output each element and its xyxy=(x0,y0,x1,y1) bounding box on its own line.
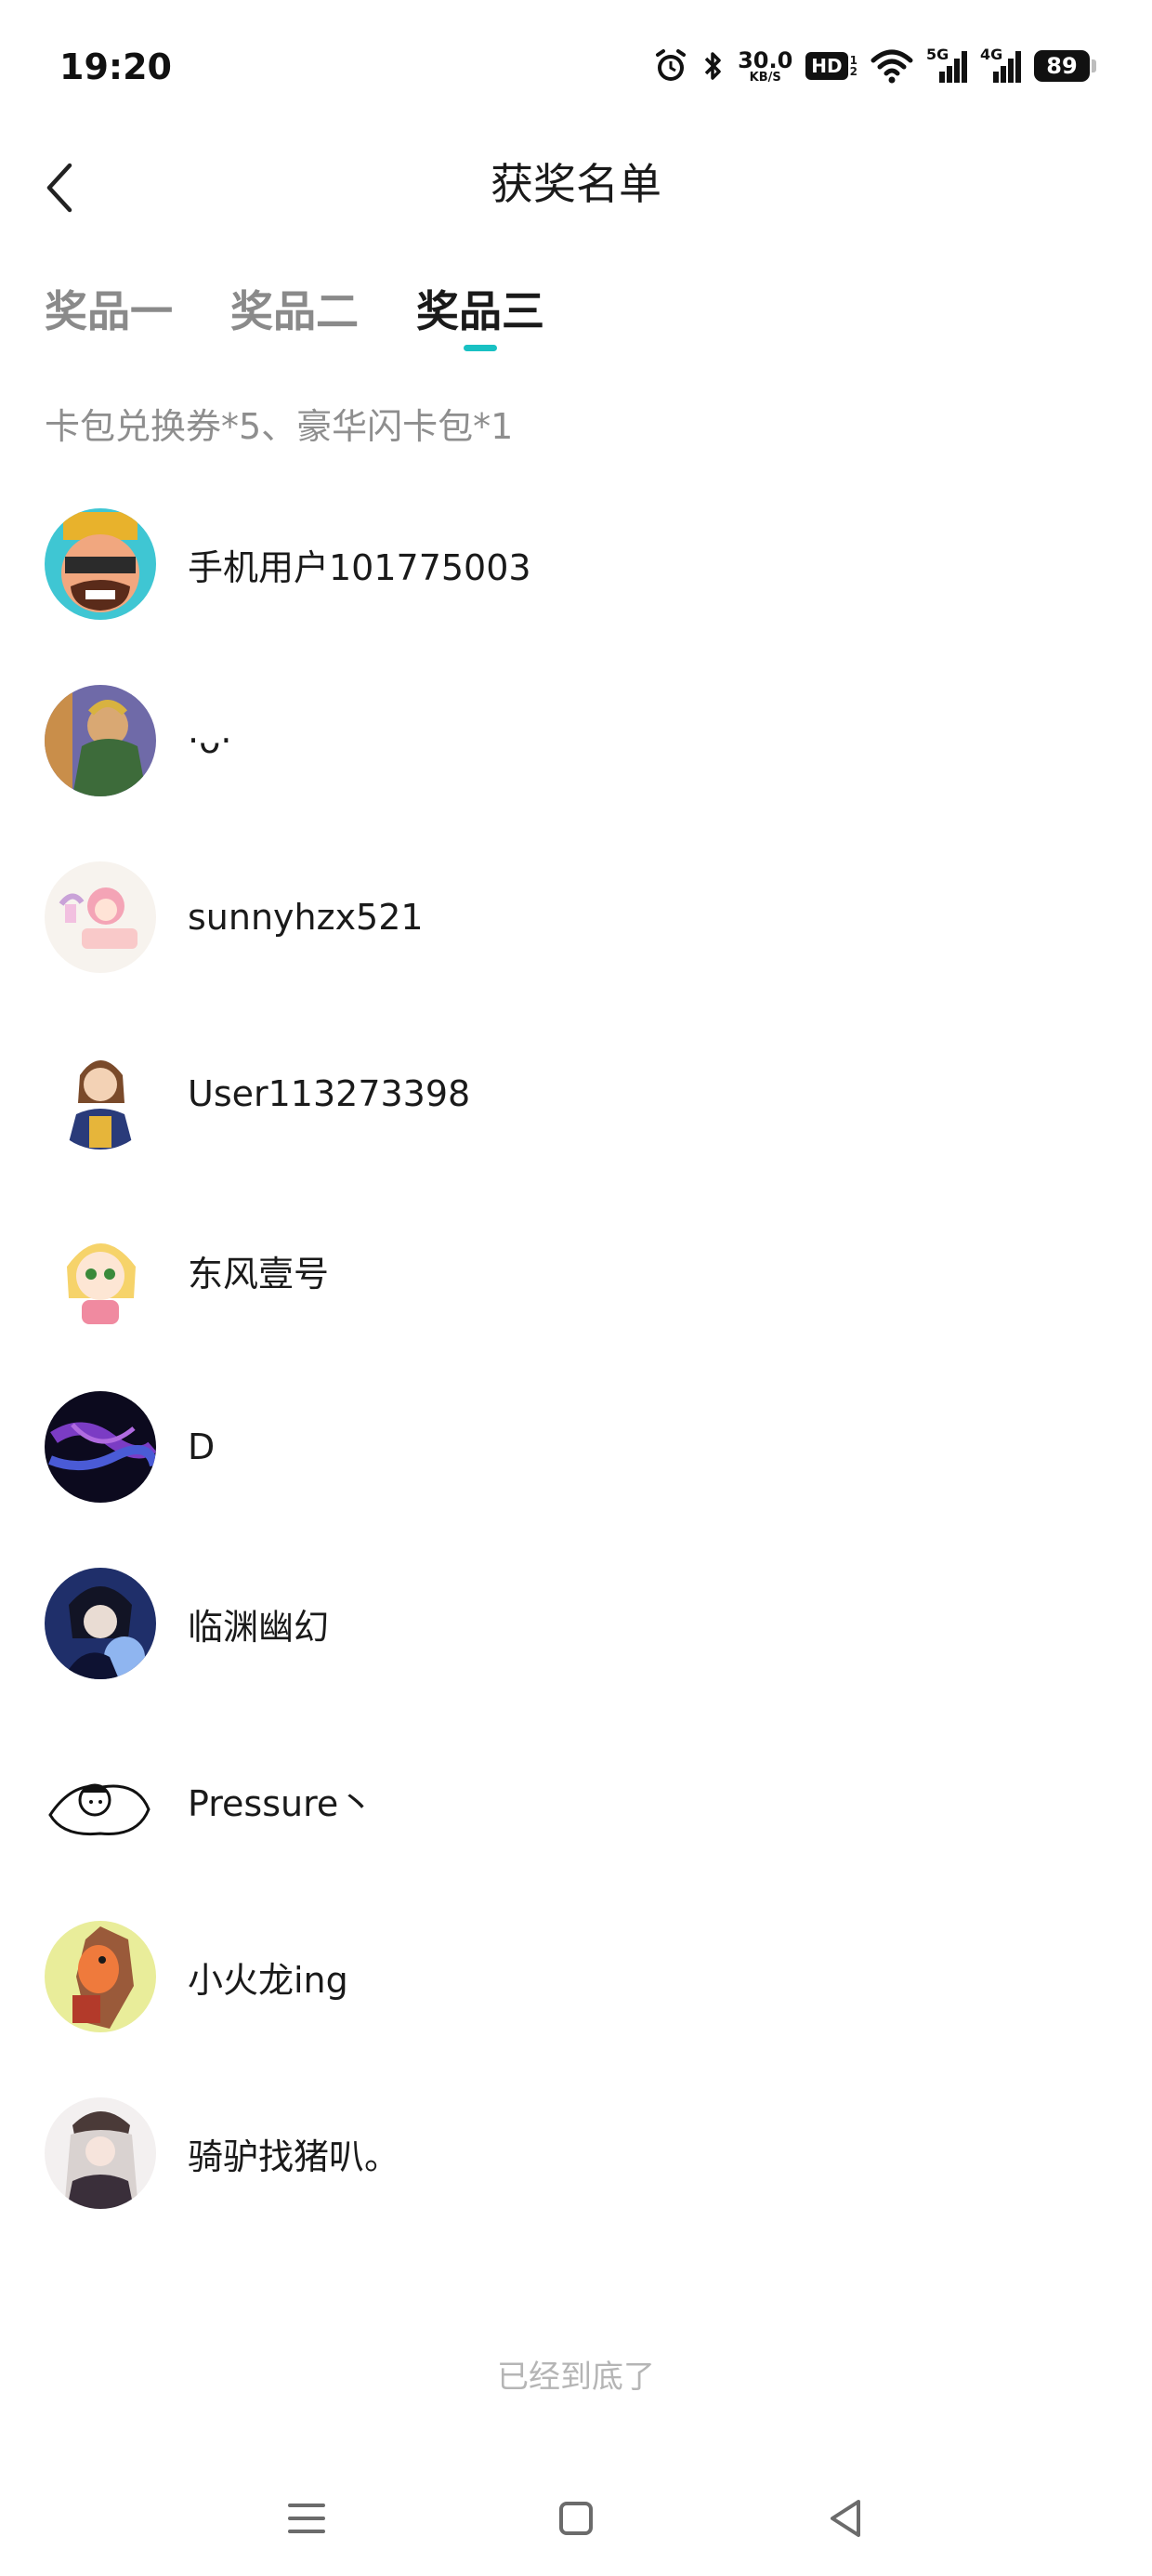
system-nav-bar xyxy=(0,2463,1152,2576)
status-bar: 19:20 30.0 KB/S HD 12 5G 4G 89 xyxy=(0,0,1152,139)
avatar[interactable] xyxy=(45,1921,156,2032)
tab-label: 奖品三 xyxy=(416,286,544,336)
network-speed: 30.0 KB/S xyxy=(738,46,793,85)
avatar[interactable] xyxy=(45,1038,156,1150)
wifi-icon xyxy=(871,47,913,85)
list-item[interactable]: 骑驴找猪叭。 xyxy=(0,2093,1152,2214)
tab-label: 奖品二 xyxy=(230,286,359,336)
prize-tabs: 奖品一 奖品二 奖品三 xyxy=(45,269,544,362)
bluetooth-icon xyxy=(702,47,725,85)
list-item[interactable]: 临渊幽幻 xyxy=(0,1563,1152,1684)
avatar[interactable] xyxy=(45,1744,156,1856)
winner-name: 骑驴找猪叭。 xyxy=(188,2136,400,2177)
menu-button[interactable] xyxy=(269,2481,344,2556)
menu-icon xyxy=(288,2504,325,2533)
list-item[interactable]: 手机用户101775003 xyxy=(0,504,1152,624)
status-icons: 30.0 KB/S HD 12 5G 4G 89 xyxy=(652,43,1096,89)
list-item[interactable]: sunnyhzx521 xyxy=(0,857,1152,978)
avatar[interactable] xyxy=(45,2097,156,2209)
winner-name: 手机用户101775003 xyxy=(188,546,531,588)
avatar[interactable] xyxy=(45,1568,156,1679)
tab-prize-2[interactable]: 奖品二 xyxy=(230,269,359,353)
prize-description: 卡包兑换券*5、豪华闪卡包*1 xyxy=(45,406,514,447)
home-square-icon xyxy=(559,2502,593,2535)
winner-name: sunnyhzx521 xyxy=(188,897,424,938)
list-item[interactable]: 东风壹号 xyxy=(0,1210,1152,1331)
list-item[interactable]: D xyxy=(0,1387,1152,1507)
winner-name: User113273398 xyxy=(188,1073,471,1114)
avatar[interactable] xyxy=(45,1391,156,1503)
tab-label: 奖品一 xyxy=(45,286,173,336)
tab-prize-1[interactable]: 奖品一 xyxy=(45,269,173,353)
battery-icon: 89 xyxy=(1034,50,1096,82)
avatar[interactable] xyxy=(45,1215,156,1326)
battery-level: 89 xyxy=(1034,50,1090,82)
list-item[interactable]: ·ᴗ· xyxy=(0,680,1152,801)
signal-4g-icon: 4G xyxy=(980,47,1021,85)
winner-name: 东风壹号 xyxy=(188,1253,330,1295)
back-triangle-icon xyxy=(831,2500,860,2537)
avatar[interactable] xyxy=(45,508,156,620)
winner-name: Pressure丶 xyxy=(188,1782,374,1824)
hd-voice-icon: HD 12 xyxy=(805,52,857,80)
home-button[interactable] xyxy=(539,2481,613,2556)
system-back-button[interactable] xyxy=(808,2481,883,2556)
winner-name: ·ᴗ· xyxy=(188,720,232,761)
signal-5g-icon: 5G xyxy=(926,47,967,85)
list-item[interactable]: Pressure丶 xyxy=(0,1740,1152,1860)
active-tab-indicator xyxy=(464,345,497,351)
winner-name: D xyxy=(188,1426,216,1467)
avatar[interactable] xyxy=(45,861,156,973)
winner-name: 小火龙ing xyxy=(188,1959,348,2001)
alarm-icon xyxy=(652,47,689,85)
page-title: 获奖名单 xyxy=(491,159,661,209)
end-of-list-text: 已经到底了 xyxy=(497,2359,655,2396)
winner-name: 临渊幽幻 xyxy=(188,1606,330,1648)
avatar[interactable] xyxy=(45,685,156,796)
list-item[interactable]: User113273398 xyxy=(0,1033,1152,1154)
status-time: 19:20 xyxy=(59,46,172,87)
app-header: 获奖名单 xyxy=(0,139,1152,260)
tab-prize-3[interactable]: 奖品三 xyxy=(416,269,544,353)
list-item[interactable]: 小火龙ing xyxy=(0,1916,1152,2037)
